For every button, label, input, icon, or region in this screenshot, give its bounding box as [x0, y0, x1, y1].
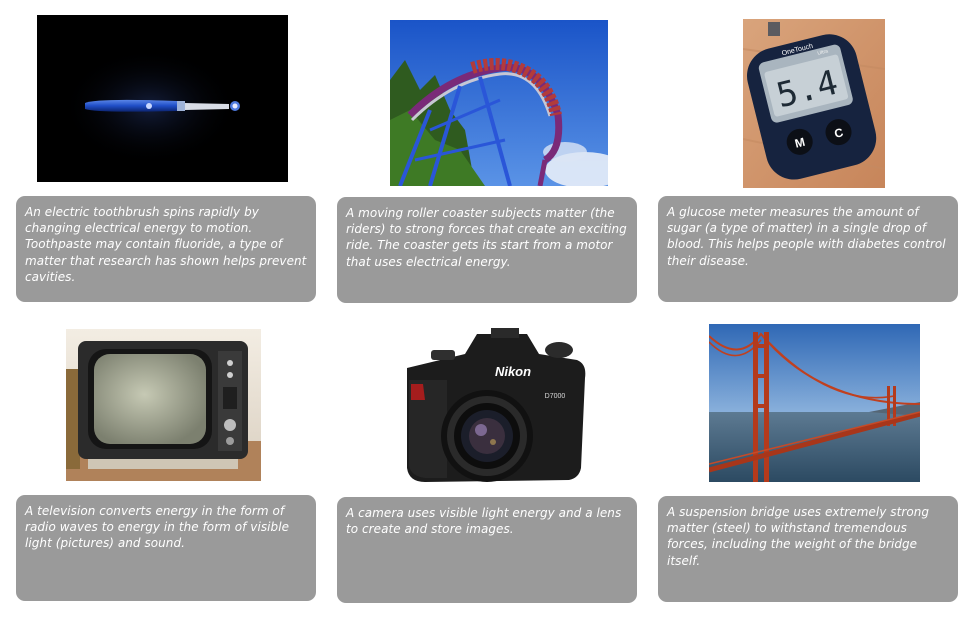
toothbrush-image — [37, 15, 288, 182]
camera-model-text: D7000 — [545, 393, 566, 400]
roller-coaster-image — [390, 20, 608, 186]
camera-brand-text: Nikon — [495, 364, 531, 379]
caption-camera: A camera uses visible light energy and a… — [337, 497, 637, 603]
camera-image: Nikon D7000 — [395, 320, 590, 487]
television-image — [66, 329, 261, 481]
caption-glucose-meter: A glucose meter measures the amount of s… — [658, 196, 958, 302]
caption-suspension-bridge: A suspension bridge uses extremely stron… — [658, 496, 958, 602]
suspension-bridge-image — [709, 324, 920, 482]
caption-toothbrush: An electric toothbrush spins rapidly by … — [16, 196, 316, 302]
caption-television: A television converts energy in the form… — [16, 495, 316, 601]
caption-roller-coaster: A moving roller coaster subjects matter … — [337, 197, 637, 303]
glucose-meter-image: OneTouch Ultra 5.4 M C — [743, 19, 885, 188]
